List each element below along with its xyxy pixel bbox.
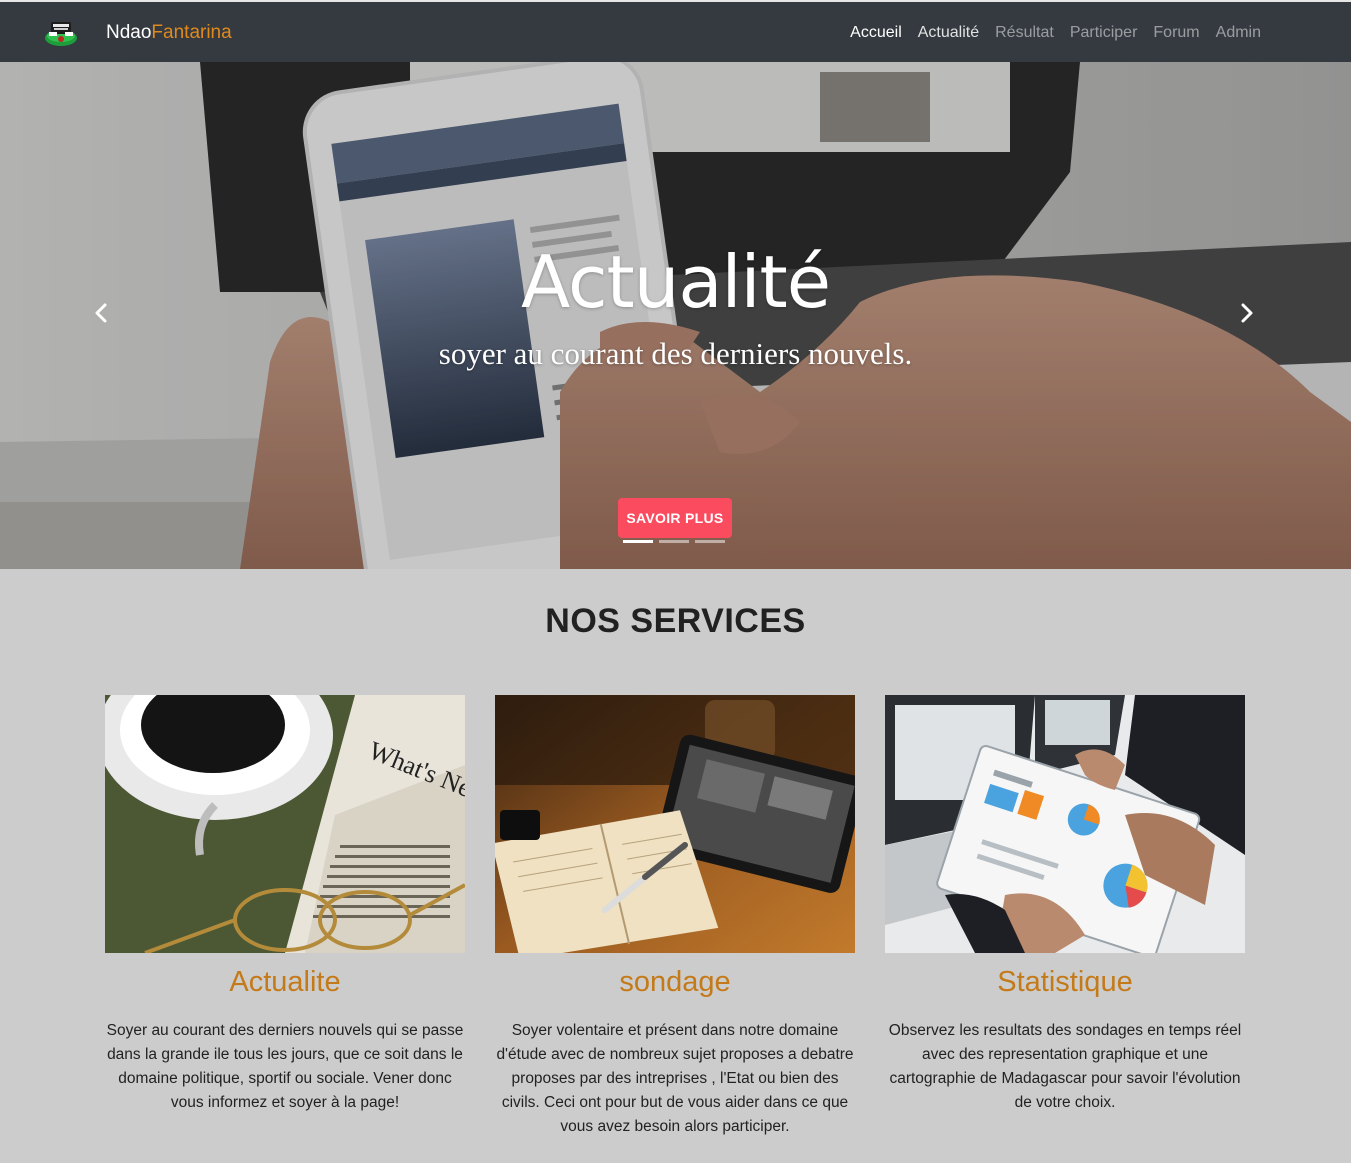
service-card-actualite: What's New Actualite Soyer au courant de… bbox=[105, 695, 465, 1115]
hero-carousel: Actualité soyer au courant des derniers … bbox=[0, 62, 1351, 569]
nav-item-accueil[interactable]: Accueil bbox=[850, 22, 902, 44]
service-card-title: Actualite bbox=[229, 966, 341, 998]
service-card-statistique: Statistique Observez les resultats des s… bbox=[885, 695, 1245, 1115]
carousel-indicator-2[interactable] bbox=[659, 540, 689, 543]
navbar: NdaoFantarina Accueil Actualité Résultat… bbox=[0, 0, 1351, 62]
services-title: NOS SERVICES bbox=[545, 602, 806, 640]
brand-main: Ndao bbox=[106, 22, 152, 43]
carousel-indicator-3[interactable] bbox=[695, 540, 725, 543]
service-image-notebook-tablet bbox=[495, 695, 855, 953]
service-image-charts-clipboard bbox=[885, 695, 1245, 953]
service-card-sondage: sondage Soyer volentaire et présent dans… bbox=[495, 695, 855, 1139]
service-card-description: Soyer au courant des derniers nouvels qu… bbox=[106, 1022, 464, 1111]
brand-accent: Fantarina bbox=[151, 22, 232, 43]
brand-name[interactable]: NdaoFantarina bbox=[106, 21, 232, 45]
hero-subtitle: soyer au courant des derniers nouvels. bbox=[438, 336, 913, 371]
service-card-title: sondage bbox=[619, 966, 731, 998]
nav-item-admin[interactable]: Admin bbox=[1216, 22, 1261, 44]
savoir-plus-button[interactable]: SAVOIR PLUS bbox=[618, 498, 732, 538]
nav-item-participer[interactable]: Participer bbox=[1070, 22, 1138, 44]
nav-item-actualite[interactable]: Actualité bbox=[918, 22, 979, 44]
service-image-newspaper: What's New bbox=[105, 695, 465, 953]
service-card-title: Statistique bbox=[997, 966, 1133, 998]
site-logo[interactable] bbox=[42, 16, 80, 48]
nav-item-forum[interactable]: Forum bbox=[1153, 22, 1199, 44]
hero-title: Actualité bbox=[520, 240, 831, 324]
main-nav: Accueil Actualité Résultat Participer Fo… bbox=[850, 22, 1261, 44]
service-card-description: Soyer volentaire et présent dans notre d… bbox=[496, 1022, 854, 1135]
nav-item-resultat[interactable]: Résultat bbox=[995, 22, 1054, 44]
carousel-indicators bbox=[623, 540, 725, 543]
carousel-indicator-1[interactable] bbox=[623, 540, 653, 543]
service-card-description: Observez les resultats des sondages en t… bbox=[888, 1022, 1242, 1111]
